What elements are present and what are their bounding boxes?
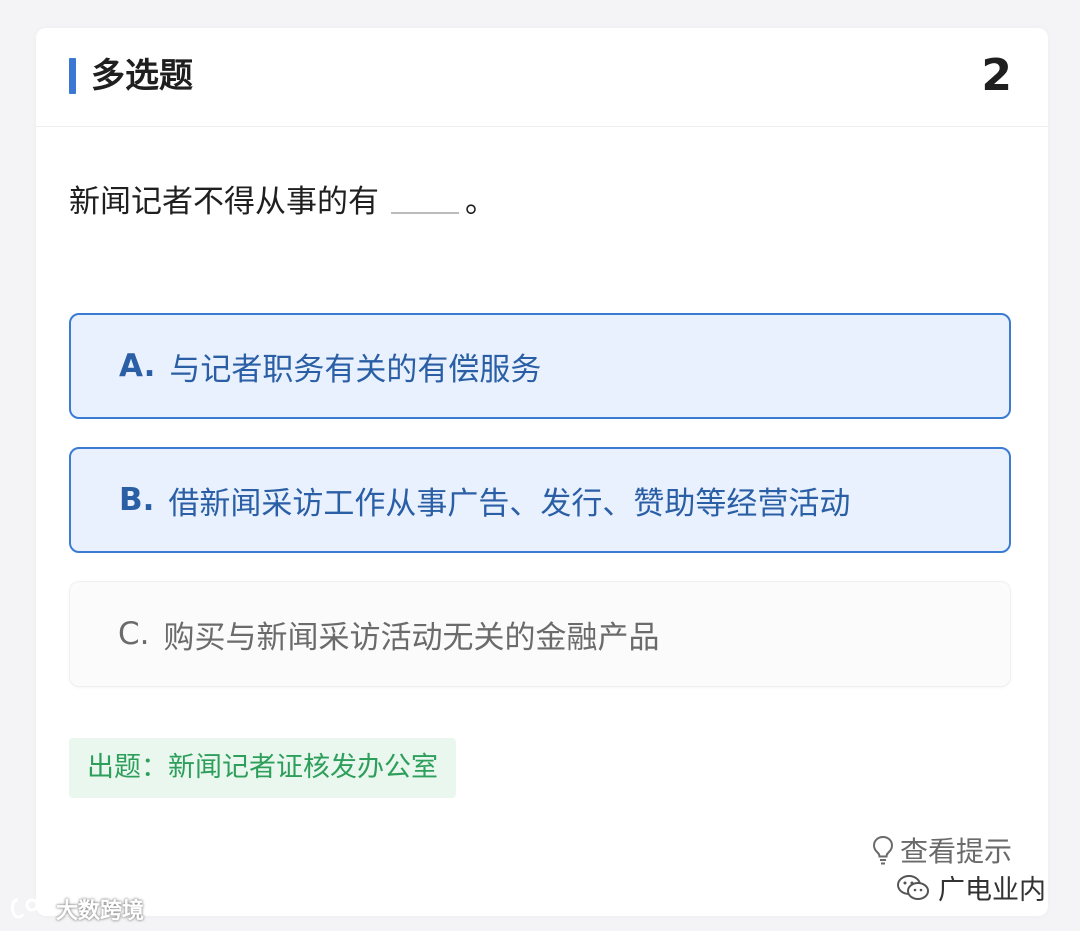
view-hint-button[interactable]: 查看提示 <box>872 830 1012 870</box>
option-letter: C. <box>118 616 150 652</box>
lightbulb-icon <box>872 835 893 865</box>
option-text: 购买与新闻采访活动无关的金融产品 <box>163 619 660 656</box>
option-c[interactable]: C. 购买与新闻采访活动无关的金融产品 <box>69 581 1011 687</box>
watermark-right: 广电业内 <box>896 868 1046 907</box>
question-text: 新闻记者不得从事的有 。 <box>69 178 496 226</box>
question-card: 多选题 2 新闻记者不得从事的有 。 A. 与记者职务有关的有偿服务 B. 借新闻… <box>36 28 1048 916</box>
watermark-left: 大数跨境 <box>8 893 144 925</box>
card-header: 多选题 2 <box>36 28 1048 127</box>
wechat-icon <box>897 874 929 900</box>
accent-bar <box>69 58 76 94</box>
option-letter: A. <box>119 348 156 384</box>
answer-blank <box>391 186 459 214</box>
watermark-right-text: 广电业内 <box>938 875 1046 906</box>
option-letter: B. <box>119 482 155 518</box>
option-b[interactable]: B. 借新闻采访工作从事广告、发行、赞助等经营活动 <box>69 447 1011 553</box>
source-tag: 出题：新闻记者证核发办公室 <box>69 738 456 798</box>
option-a[interactable]: A. 与记者职务有关的有偿服务 <box>69 313 1011 419</box>
watermark-left-text: 大数跨境 <box>56 899 145 924</box>
question-number: 2 <box>981 50 1012 101</box>
question-stem: 新闻记者不得从事的有 <box>69 184 379 220</box>
question-type-title: 多选题 <box>91 56 193 96</box>
option-text: 与记者职务有关的有偿服务 <box>169 351 542 388</box>
question-end-punct: 。 <box>465 184 496 220</box>
view-hint-label: 查看提示 <box>899 835 1012 868</box>
watermark-logo-icon <box>10 898 51 919</box>
option-text: 借新闻采访工作从事广告、发行、赞助等经营活动 <box>168 485 851 522</box>
